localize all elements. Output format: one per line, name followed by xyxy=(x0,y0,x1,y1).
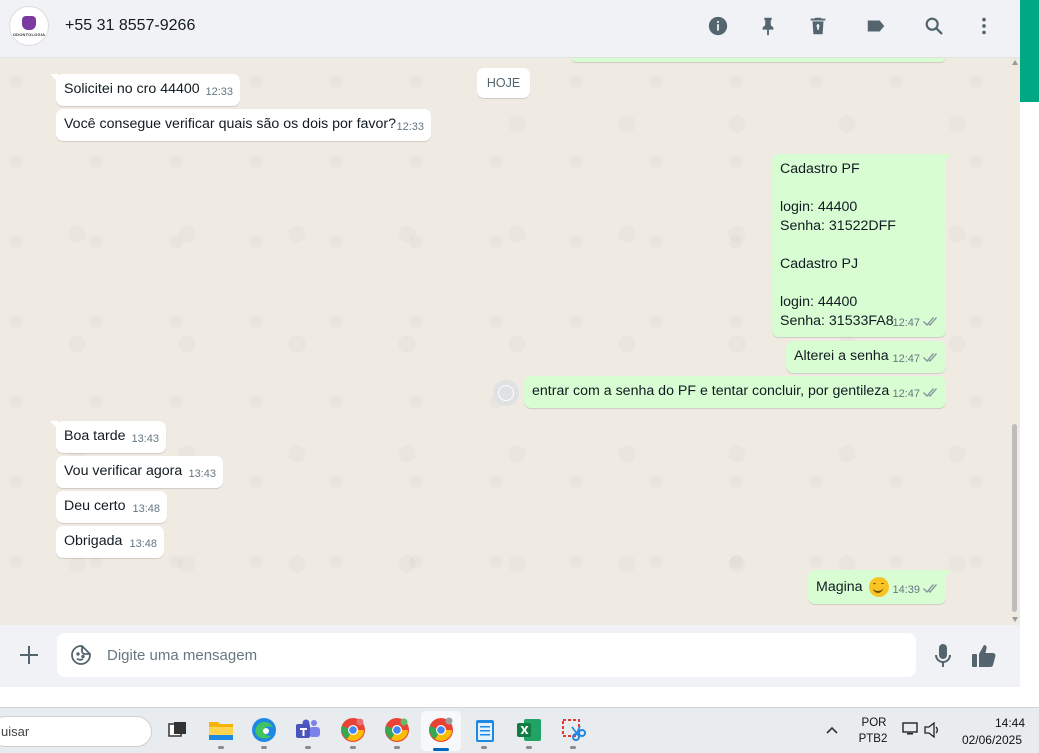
scroll-down-arrow-icon[interactable] xyxy=(1012,617,1018,622)
window-side-strip xyxy=(1020,0,1039,687)
clock-date[interactable]: 02/06/2025 xyxy=(950,733,1022,747)
message-time: 13:48 xyxy=(132,503,160,515)
incoming-message[interactable]: Boa tarde 13:43 xyxy=(50,421,166,453)
chat-scrollbar[interactable] xyxy=(1010,58,1020,625)
show-hidden-icons-chevron-icon[interactable] xyxy=(826,724,838,736)
file-explorer-icon[interactable] xyxy=(208,717,234,743)
scroll-up-arrow-icon[interactable] xyxy=(1012,60,1018,65)
message-text: Você consegue verificar quais são os doi… xyxy=(64,116,397,132)
date-separator: HOJE xyxy=(477,68,530,98)
message-text: Alterei a senha xyxy=(794,348,889,364)
excel-icon[interactable] xyxy=(516,717,542,743)
outgoing-message[interactable]: entrar com a senha do PF e tentar conclu… xyxy=(524,376,946,408)
volume-icon[interactable] xyxy=(924,721,942,739)
incoming-message[interactable]: Solicitei no cro 44400 12:33 xyxy=(50,74,240,106)
thumbs-up-icon[interactable] xyxy=(970,642,998,670)
previous-message-edge xyxy=(572,58,945,62)
message-time: 12:33 xyxy=(205,86,233,98)
windows-taskbar: uisar POR PTB2 14:44 02/06/2025 xyxy=(0,707,1039,753)
taskbar-search-box[interactable]: uisar xyxy=(0,716,152,747)
microphone-icon[interactable] xyxy=(932,643,954,669)
task-view-icon[interactable] xyxy=(165,717,191,743)
taskbar-search-text: uisar xyxy=(1,724,30,739)
clock-time[interactable]: 14:44 xyxy=(975,716,1025,730)
contact-avatar[interactable]: ODONTOLOGIA xyxy=(9,6,49,46)
message-time: 13:43 xyxy=(188,468,216,480)
double-check-icon xyxy=(923,581,939,600)
network-display-icon[interactable] xyxy=(902,722,918,736)
pin-icon[interactable] xyxy=(756,14,780,38)
snipping-tool-icon[interactable] xyxy=(560,717,586,743)
message-text: Vou verificar agora xyxy=(64,463,183,479)
sticker-icon[interactable] xyxy=(69,643,93,667)
emoji-reaction-icon[interactable] xyxy=(493,380,519,406)
notepad-icon[interactable] xyxy=(472,717,498,743)
accent-bar xyxy=(1020,0,1039,102)
smiling-face-emoji-icon xyxy=(868,577,889,597)
search-icon[interactable] xyxy=(922,14,946,38)
incoming-message[interactable]: Vou verificar agora 13:43 xyxy=(56,456,223,488)
incoming-message[interactable]: Deu certo 13:48 xyxy=(56,491,167,523)
message-time: 14:39 xyxy=(892,584,920,596)
message-text: entrar com a senha do PF e tentar conclu… xyxy=(532,383,890,399)
message-composer xyxy=(0,625,1020,687)
incoming-message[interactable]: Você consegue verificar quais são os doi… xyxy=(56,109,431,141)
message-input-box[interactable] xyxy=(57,633,916,677)
whatsapp-window: ODONTOLOGIA +55 31 8557-9266 HOJE Solici… xyxy=(0,0,1039,753)
message-time: 13:43 xyxy=(131,433,159,445)
attach-plus-icon[interactable] xyxy=(17,643,41,667)
message-time: 13:48 xyxy=(129,538,157,550)
message-text: Solicitei no cro 44400 xyxy=(64,81,200,97)
label-icon[interactable] xyxy=(864,14,888,38)
teams-icon[interactable] xyxy=(295,717,321,743)
message-list[interactable]: HOJE Solicitei no cro 44400 12:33 Você c… xyxy=(0,58,1010,625)
double-check-icon xyxy=(923,385,939,404)
message-text: Magina xyxy=(816,578,863,595)
message-text: Boa tarde xyxy=(64,428,126,444)
chrome-profile-2-icon[interactable] xyxy=(384,717,410,743)
contact-name[interactable]: +55 31 8557-9266 xyxy=(65,17,195,35)
outgoing-message[interactable]: Magina 14:39 xyxy=(808,570,952,604)
chrome-profile-1-icon[interactable] xyxy=(340,717,366,743)
keyboard-layout[interactable]: PTB2 xyxy=(858,733,888,745)
double-check-icon xyxy=(923,314,939,333)
avatar-logo-text: ODONTOLOGIA xyxy=(12,31,46,37)
info-icon[interactable] xyxy=(706,14,730,38)
edge-browser-icon[interactable] xyxy=(251,717,277,743)
double-check-icon xyxy=(923,350,939,369)
window-bottom-margin xyxy=(0,687,1039,707)
message-time: 12:47 xyxy=(892,317,920,329)
message-time: 12:33 xyxy=(396,121,424,133)
incoming-message[interactable]: Obrigada 13:48 xyxy=(56,526,164,558)
more-vertical-icon[interactable] xyxy=(972,14,996,38)
delete-icon[interactable] xyxy=(806,14,830,38)
tooth-logo-icon xyxy=(22,15,36,30)
message-text: Obrigada xyxy=(64,533,123,549)
chat-header: ODONTOLOGIA +55 31 8557-9266 xyxy=(0,0,1020,58)
message-text: Deu certo xyxy=(64,498,126,514)
message-time: 12:47 xyxy=(892,353,920,365)
scrollbar-thumb[interactable] xyxy=(1012,424,1017,612)
outgoing-message[interactable]: Alterei a senha 12:47 xyxy=(786,341,946,373)
message-text: Cadastro PF login: 44400 Senha: 31522DFF… xyxy=(780,161,896,329)
outgoing-message[interactable]: Cadastro PF login: 44400 Senha: 31522DFF… xyxy=(772,154,952,337)
message-time: 12:47 xyxy=(892,388,920,400)
message-input[interactable] xyxy=(107,643,887,667)
input-language[interactable]: POR xyxy=(860,717,888,729)
chrome-profile-3-icon[interactable] xyxy=(428,717,454,743)
